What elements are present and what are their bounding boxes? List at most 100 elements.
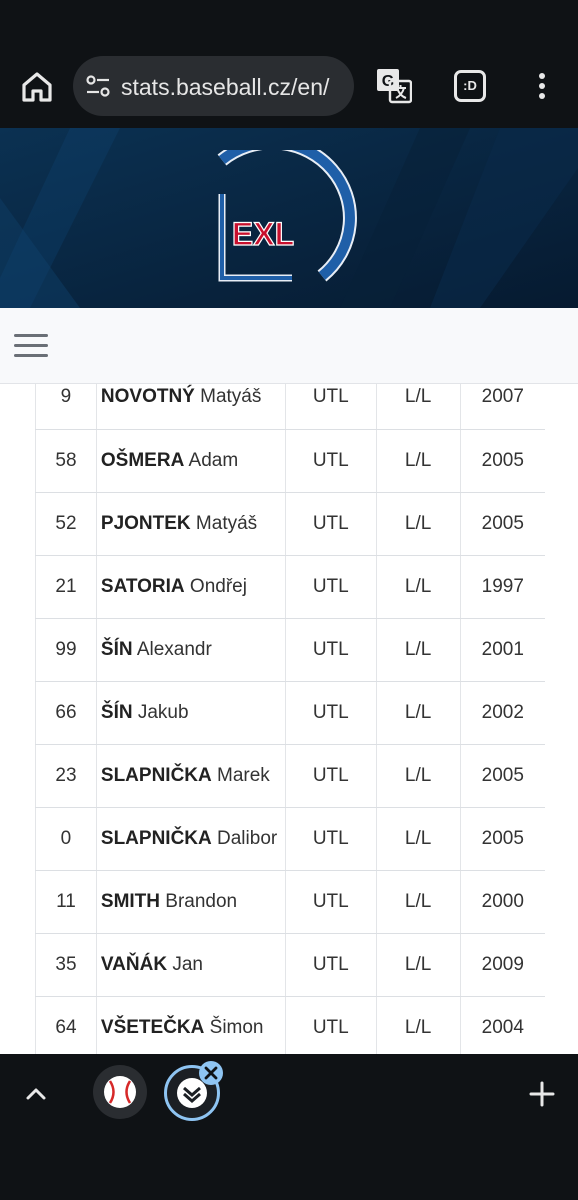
player-name[interactable]: ŠÍN Alexandr xyxy=(96,618,286,682)
more-vert-icon[interactable] xyxy=(530,70,554,102)
player-first-name: Jakub xyxy=(137,701,189,723)
birth-year: 2002 xyxy=(460,681,545,745)
player-last-name: VAŇÁK xyxy=(100,953,168,975)
table-row: 58 OŠMERA Adam UTL L/L 2005 xyxy=(35,429,545,493)
jersey-number: 99 xyxy=(35,618,97,682)
browser-bottom-bar xyxy=(0,1054,578,1200)
site-navbar xyxy=(0,308,578,384)
bats-throws: L/L xyxy=(376,870,461,934)
bats-throws: L/L xyxy=(376,618,461,682)
table-row: 66 ŠÍN Jakub UTL L/L 2002 xyxy=(35,681,545,745)
player-last-name: VŠETEČKA xyxy=(100,1016,205,1038)
jersey-number: 35 xyxy=(35,933,97,997)
player-name[interactable]: SMITH Brandon xyxy=(96,870,286,934)
bats-throws: L/L xyxy=(376,933,461,997)
position: UTL xyxy=(285,681,377,745)
table-row: 0 SLAPNIČKA Dalibor UTL L/L 2005 xyxy=(35,807,545,871)
player-first-name: Matyáš xyxy=(195,512,258,534)
position: UTL xyxy=(285,870,377,934)
table-row: 99 ŠÍN Alexandr UTL L/L 2001 xyxy=(35,618,545,682)
baseball-icon xyxy=(104,1076,136,1108)
player-name[interactable]: NOVOTNÝ Matyáš xyxy=(96,384,286,430)
bats-throws: L/L xyxy=(376,429,461,493)
jersey-number: 52 xyxy=(35,492,97,556)
table-row: 11 SMITH Brandon UTL L/L 2000 xyxy=(35,870,545,934)
table-row: 35 VAŇÁK Jan UTL L/L 2009 xyxy=(35,933,545,997)
birth-year: 2005 xyxy=(460,744,545,808)
birth-year: 1997 xyxy=(460,555,545,619)
player-first-name: Jan xyxy=(172,953,203,975)
player-name[interactable]: VŠETEČKA Šimon xyxy=(96,996,286,1054)
home-icon[interactable] xyxy=(16,66,58,108)
plus-icon[interactable] xyxy=(528,1080,556,1108)
roster-table: 9 NOVOTNÝ Matyáš UTL L/L 2007 58 OŠMERA Adam UT… xyxy=(35,384,545,1054)
hamburger-icon[interactable] xyxy=(14,332,48,360)
position: UTL xyxy=(285,744,377,808)
chevron-up-icon[interactable] xyxy=(22,1080,50,1108)
player-first-name: Dalibor xyxy=(217,827,278,849)
site-banner: EXL xyxy=(0,128,578,308)
exl-logo: EXL xyxy=(217,150,357,282)
table-row: 23 SLAPNIČKA Marek UTL L/L 2005 xyxy=(35,744,545,808)
player-last-name: ŠÍN xyxy=(100,701,133,723)
position: UTL xyxy=(285,807,377,871)
tab-favicon-baseball[interactable] xyxy=(93,1065,147,1119)
position: UTL xyxy=(285,384,377,430)
player-name[interactable]: SLAPNIČKA Marek xyxy=(96,744,286,808)
player-first-name: Marek xyxy=(217,764,270,786)
jersey-number: 21 xyxy=(35,555,97,619)
logo-text: EXL xyxy=(232,216,294,252)
translate-icon[interactable]: G xyxy=(376,68,412,104)
player-last-name: NOVOTNÝ xyxy=(100,386,195,408)
birth-year: 2005 xyxy=(460,807,545,871)
player-last-name: SLAPNIČKA xyxy=(100,827,212,849)
player-name[interactable]: PJONTEK Matyáš xyxy=(96,492,286,556)
tab-switcher-button[interactable]: :D xyxy=(454,70,486,102)
player-name[interactable]: SATORIA Ondřej xyxy=(96,555,286,619)
table-row: 64 VŠETEČKA Šimon UTL L/L 2004 xyxy=(35,996,545,1054)
position: UTL xyxy=(285,555,377,619)
roster-section: 9 NOVOTNÝ Matyáš UTL L/L 2007 58 OŠMERA Adam UT… xyxy=(0,384,578,1054)
player-first-name: Ondřej xyxy=(189,575,247,597)
birth-year: 2004 xyxy=(460,996,545,1054)
position: UTL xyxy=(285,618,377,682)
bats-throws: L/L xyxy=(376,744,461,808)
player-name[interactable]: ŠÍN Jakub xyxy=(96,681,286,745)
tune-icon[interactable] xyxy=(85,74,111,98)
player-last-name: SATORIA xyxy=(100,575,185,597)
player-last-name: PJONTEK xyxy=(100,512,191,534)
player-first-name: Matyáš xyxy=(200,386,262,408)
jersey-number: 58 xyxy=(35,429,97,493)
table-row: 52 PJONTEK Matyáš UTL L/L 2005 xyxy=(35,492,545,556)
player-last-name: OŠMERA xyxy=(100,449,185,471)
position: UTL xyxy=(285,933,377,997)
player-first-name: Alexandr xyxy=(136,638,212,660)
jersey-number: 66 xyxy=(35,681,97,745)
position: UTL xyxy=(285,429,377,493)
bats-throws: L/L xyxy=(376,807,461,871)
close-tab-button[interactable] xyxy=(199,1061,223,1085)
birth-year: 2007 xyxy=(460,384,545,430)
player-first-name: Brandon xyxy=(165,890,238,912)
bats-throws: L/L xyxy=(376,492,461,556)
bats-throws: L/L xyxy=(376,996,461,1054)
url-text: stats.baseball.cz/en/ xyxy=(121,74,330,100)
player-last-name: ŠÍN xyxy=(100,638,133,660)
address-bar[interactable]: stats.baseball.cz/en/ xyxy=(73,56,354,116)
table-row: 21 SATORIA Ondřej UTL L/L 1997 xyxy=(35,555,545,619)
jersey-number: 0 xyxy=(35,807,97,871)
player-last-name: SLAPNIČKA xyxy=(100,764,212,786)
player-first-name: Šimon xyxy=(209,1016,264,1038)
table-row: 9 NOVOTNÝ Matyáš UTL L/L 2007 xyxy=(35,384,545,430)
birth-year: 2005 xyxy=(460,492,545,556)
player-name[interactable]: SLAPNIČKA Dalibor xyxy=(96,807,286,871)
bats-throws: L/L xyxy=(376,555,461,619)
close-icon xyxy=(204,1066,218,1080)
position: UTL xyxy=(285,492,377,556)
birth-year: 2005 xyxy=(460,429,545,493)
bats-throws: L/L xyxy=(376,384,461,430)
player-name[interactable]: VAŇÁK Jan xyxy=(96,933,286,997)
birth-year: 2009 xyxy=(460,933,545,997)
jersey-number: 64 xyxy=(35,996,97,1054)
player-name[interactable]: OŠMERA Adam xyxy=(96,429,286,493)
